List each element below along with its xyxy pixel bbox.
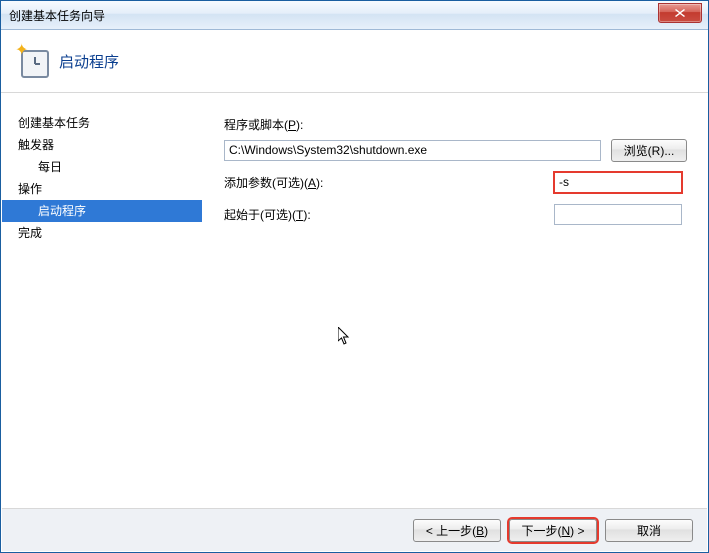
step-trigger[interactable]: 触发器 (18, 134, 202, 156)
program-script-label: 程序或脚本(P): (224, 116, 554, 133)
browse-button[interactable]: 浏览(R)... (611, 139, 687, 162)
add-arguments-label: 添加参数(可选)(A): (224, 174, 554, 191)
form-panel: 程序或脚本(P): 浏览(R)... 添加参数(可选)(A): 起始于(可选)(… (202, 92, 707, 508)
step-daily[interactable]: 每日 (18, 156, 202, 178)
wizard-window: 创建基本任务向导 启动程序 创建基本任务 触发器 每日 操作 启动程序 完成 程… (0, 0, 709, 553)
page-title: 启动程序 (59, 51, 119, 72)
start-in-label: 起始于(可选)(T): (224, 206, 554, 223)
close-button[interactable] (658, 3, 702, 23)
step-finish[interactable]: 完成 (18, 222, 202, 244)
step-action[interactable]: 操作 (18, 178, 202, 200)
wizard-body: 创建基本任务 触发器 每日 操作 启动程序 完成 程序或脚本(P): 浏览(R)… (2, 92, 707, 508)
add-arguments-input[interactable] (554, 172, 682, 193)
step-start-program[interactable]: 启动程序 (2, 200, 202, 222)
window-title: 创建基本任务向导 (9, 7, 105, 24)
step-create-basic-task[interactable]: 创建基本任务 (18, 112, 202, 134)
start-program-icon (17, 46, 47, 76)
program-script-input[interactable] (224, 140, 601, 161)
wizard-footer: < 上一步(B) 下一步(N) > 取消 (2, 508, 707, 551)
wizard-header: 启动程序 (1, 30, 708, 93)
cancel-button[interactable]: 取消 (605, 519, 693, 542)
back-button[interactable]: < 上一步(B) (413, 519, 501, 542)
start-in-input[interactable] (554, 204, 682, 225)
wizard-steps-sidebar: 创建基本任务 触发器 每日 操作 启动程序 完成 (2, 92, 202, 508)
close-icon (675, 9, 685, 17)
title-bar: 创建基本任务向导 (1, 1, 708, 30)
next-button[interactable]: 下一步(N) > (509, 519, 597, 542)
